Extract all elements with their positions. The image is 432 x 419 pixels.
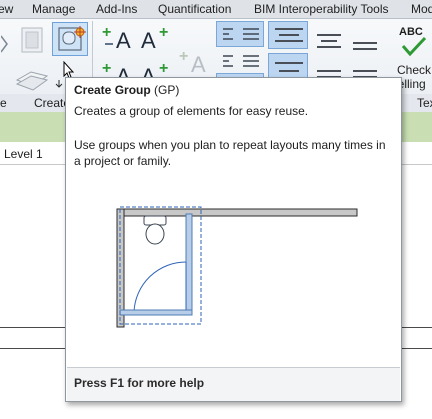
- line-icon: [353, 48, 377, 50]
- view-tab-level-1[interactable]: Level 1: [4, 147, 43, 161]
- checkmark-icon: [401, 36, 427, 57]
- create-parts-button[interactable]: [12, 59, 50, 93]
- tab-manage[interactable]: Manage: [32, 2, 75, 16]
- add-leader-icon: +: [159, 60, 169, 77]
- align-left-leader-icon: [223, 28, 259, 40]
- assembly-icon: [21, 27, 43, 53]
- check-spelling-label-1: Check: [397, 63, 432, 77]
- tooltip-shortcut: (GP): [154, 83, 180, 97]
- tooltip-footer: Press F1 for more help: [67, 368, 400, 401]
- parts-icon: [15, 71, 49, 91]
- tooltip-detail: Use groups when you plan to repeat layou…: [74, 138, 386, 168]
- create-group-icon: [58, 26, 86, 51]
- partial-tool-icon: [0, 35, 8, 53]
- tab-modify[interactable]: Mod: [411, 2, 432, 16]
- tooltip-help-hint: Press F1 for more help: [74, 376, 205, 390]
- line-icon: [275, 28, 303, 30]
- create-group-button[interactable]: [52, 22, 88, 56]
- line-icon: [279, 34, 299, 36]
- tooltip-description: Creates a group of elements for easy reu…: [74, 104, 309, 118]
- remove-leader-icon: +: [179, 48, 189, 65]
- panel-label-partial: e: [0, 96, 7, 110]
- tab-add-ins[interactable]: Add-Ins: [96, 2, 137, 16]
- remove-leader-button[interactable]: + A: [176, 45, 210, 79]
- ribbon-tab-strip: ew Manage Add-Ins Quantification BIM Int…: [0, 0, 432, 19]
- align-justify-button[interactable]: [348, 35, 382, 61]
- text-a-disabled-icon: A: [191, 52, 206, 77]
- align-center-button[interactable]: [310, 27, 346, 53]
- line-icon: [279, 70, 299, 72]
- tab-bim-interoperability-tools[interactable]: BIM Interoperability Tools: [254, 2, 389, 16]
- line-icon: [317, 70, 341, 72]
- align-left-leader-button-2[interactable]: [216, 49, 264, 71]
- align-top-button[interactable]: [268, 21, 308, 49]
- panel-label-text[interactable]: Tex: [417, 96, 432, 110]
- tooltip-title: Create Group: [74, 83, 151, 97]
- line-icon: [321, 40, 337, 42]
- create-group-tooltip: Create Group (GP) Creates a group of ele…: [65, 77, 402, 402]
- line-icon: [317, 46, 341, 48]
- line-icon: [353, 42, 377, 44]
- add-leader-icon: +: [102, 60, 112, 77]
- align-left-leader-icon: [223, 55, 259, 67]
- align-left-leader-button[interactable]: [216, 21, 264, 47]
- line-icon: [275, 62, 303, 64]
- tooltip-title-row: Create Group (GP): [74, 83, 179, 97]
- create-assembly-button[interactable]: [16, 23, 46, 55]
- leader-arrow-icon: [105, 43, 113, 45]
- add-leader-icon: +: [159, 24, 169, 41]
- partial-tool-button[interactable]: [0, 27, 8, 57]
- tab-quantification[interactable]: Quantification: [158, 2, 231, 16]
- text-arrow-left-button[interactable]: + A: [98, 21, 138, 55]
- line-icon: [353, 70, 377, 72]
- text-arrow-right-button[interactable]: A +: [138, 21, 172, 55]
- tab-view[interactable]: ew: [0, 2, 13, 16]
- line-icon: [317, 34, 341, 36]
- line-icon: [275, 40, 303, 42]
- group-illustration: [116, 206, 358, 328]
- text-a-icon: A: [141, 28, 156, 53]
